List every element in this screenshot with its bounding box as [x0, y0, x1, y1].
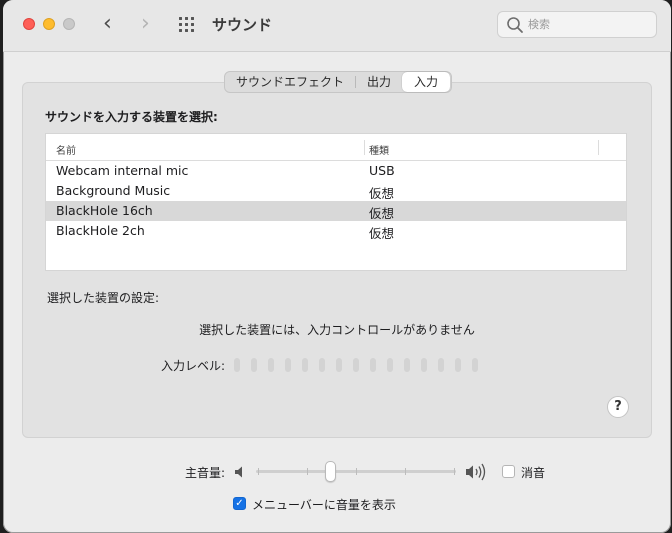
show-volume-in-menubar-label: メニューバーに音量を表示 — [252, 498, 396, 512]
forward-button[interactable]: › — [141, 13, 150, 35]
volume-label: 主音量: — [185, 466, 226, 480]
show-volume-in-menubar-checkbox[interactable]: ✓ — [233, 497, 246, 510]
back-button[interactable]: ‹ — [103, 13, 112, 35]
speaker-low-icon — [235, 466, 242, 478]
tab-input[interactable]: 入力 — [402, 72, 450, 92]
table-row-selected[interactable]: BlackHole 16ch 仮想 — [46, 201, 626, 221]
device-name: Background Music — [56, 183, 171, 198]
slider-tick — [405, 468, 406, 475]
level-bar — [404, 358, 410, 372]
search-field[interactable] — [497, 11, 657, 38]
mute-label: 消音 — [521, 466, 546, 480]
input-device-table: 名前 種類 Webcam internal mic USB Background… — [45, 133, 627, 271]
level-bar — [234, 358, 240, 372]
table-row[interactable]: Background Music 仮想 — [46, 181, 626, 201]
tab-sound-effects[interactable]: サウンドエフェクト — [225, 72, 355, 92]
show-all-grid-icon[interactable] — [179, 17, 195, 33]
level-bar — [336, 358, 342, 372]
device-name: BlackHole 2ch — [56, 223, 145, 238]
close-button[interactable] — [23, 18, 35, 30]
device-type: 仮想 — [369, 186, 395, 201]
tab-output[interactable]: 出力 — [356, 72, 402, 92]
device-type: USB — [369, 163, 395, 178]
level-bar — [251, 358, 257, 372]
device-select-heading: サウンドを入力する装置を選択: — [45, 110, 218, 124]
table-row[interactable]: Webcam internal mic USB — [46, 161, 626, 181]
system-preferences-window: ‹ › サウンド サウンドエフェクト 出力 入力 サウンドを入力する装置を選択:… — [3, 0, 671, 533]
device-type: 仮想 — [369, 226, 395, 241]
slider-tick — [307, 468, 308, 475]
device-name: Webcam internal mic — [56, 163, 189, 178]
column-header-name[interactable]: 名前 — [56, 142, 76, 157]
volume-slider-thumb[interactable] — [324, 461, 336, 482]
table-row[interactable]: BlackHole 2ch 仮想 — [46, 221, 626, 241]
level-bar — [319, 358, 325, 372]
help-button[interactable]: ? — [607, 396, 629, 418]
search-icon — [507, 17, 523, 33]
level-bar — [285, 358, 291, 372]
table-header: 名前 種類 — [46, 134, 626, 161]
level-bar — [421, 358, 427, 372]
level-bar — [302, 358, 308, 372]
search-input[interactable] — [528, 15, 648, 34]
level-bar — [370, 358, 376, 372]
level-bar — [438, 358, 444, 372]
level-bar — [472, 358, 478, 372]
speaker-high-icon — [466, 463, 486, 481]
slider-tick — [454, 468, 455, 475]
no-input-controls-message: 選択した装置には、入力コントロールがありません — [199, 323, 475, 337]
toolbar: ‹ › サウンド — [3, 0, 671, 52]
device-settings-heading: 選択した装置の設定: — [47, 291, 160, 305]
zoom-button[interactable] — [63, 18, 75, 30]
slider-tick — [356, 468, 357, 475]
level-bar — [387, 358, 393, 372]
column-divider — [364, 140, 365, 155]
column-header-type[interactable]: 種類 — [369, 142, 389, 157]
mute-checkbox[interactable] — [502, 465, 515, 478]
input-level-label: 入力レベル: — [161, 359, 226, 373]
minimize-button[interactable] — [43, 18, 55, 30]
tab-bar: サウンドエフェクト 出力 入力 — [224, 71, 452, 93]
slider-tick — [258, 468, 259, 475]
level-bar — [268, 358, 274, 372]
window-title: サウンド — [212, 16, 273, 34]
device-name: BlackHole 16ch — [56, 203, 153, 218]
column-divider — [598, 140, 599, 155]
device-type: 仮想 — [369, 206, 395, 221]
level-bar — [455, 358, 461, 372]
level-bar — [353, 358, 359, 372]
